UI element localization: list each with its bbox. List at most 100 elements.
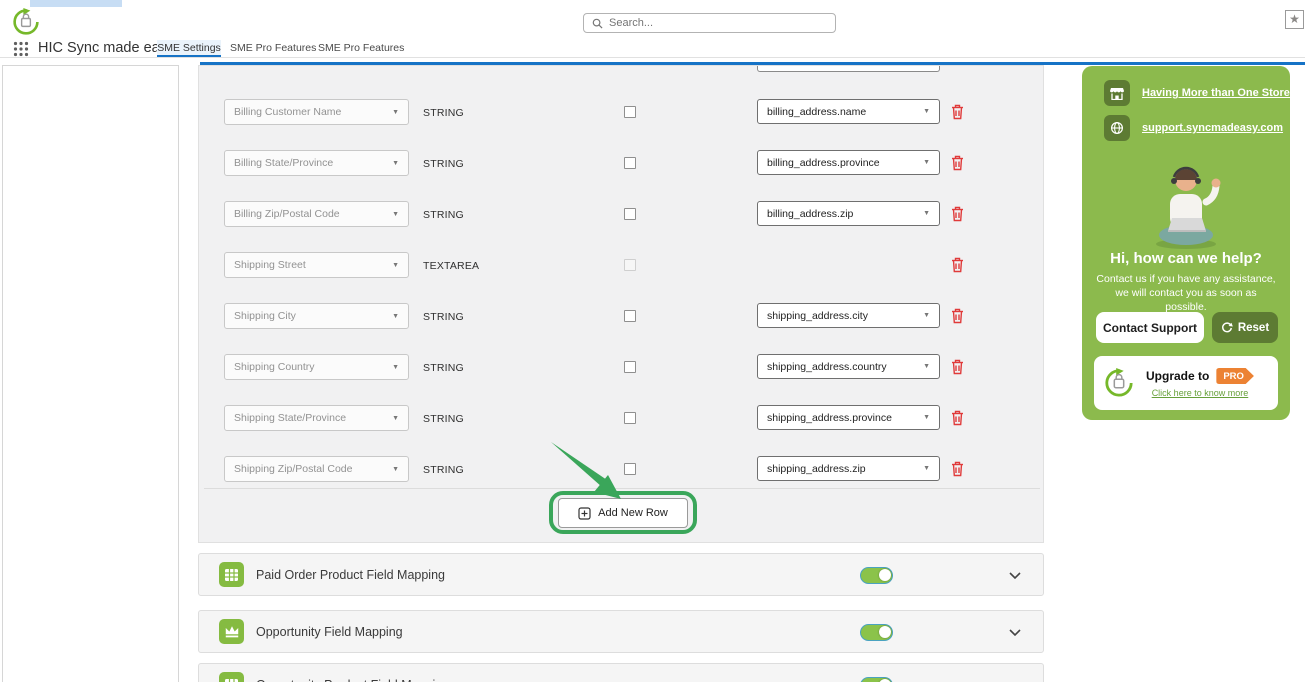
row-checkbox[interactable] — [624, 463, 636, 475]
source-field-select[interactable]: Shipping State/Province ▼ — [224, 405, 409, 431]
target-field-select[interactable]: shipping_address.city ▼ — [757, 303, 940, 328]
store-icon — [1104, 80, 1130, 106]
mapping-row: Shipping City ▼ STRING shipping_address.… — [199, 303, 1043, 329]
target-field-select[interactable]: billing_address.name ▼ — [757, 99, 940, 124]
mapping-row: Billing Customer Name ▼ STRING billing_a… — [199, 99, 1043, 125]
source-field-select[interactable]: Shipping Zip/Postal Code ▼ — [224, 456, 409, 482]
field-type-label: STRING — [423, 464, 464, 476]
field-type-label: STRING — [423, 209, 464, 221]
delete-row-button[interactable] — [951, 155, 964, 171]
row-checkbox-disabled — [624, 259, 636, 271]
chevron-down-icon: ▼ — [392, 159, 399, 167]
row-checkbox[interactable] — [624, 208, 636, 220]
support-person-illustration — [1156, 166, 1221, 249]
source-field-select[interactable]: Billing Customer Name ▼ — [224, 99, 409, 125]
help-panel: Having More than One Store? support.sync… — [1082, 66, 1297, 420]
tab-sme-pro-features-1[interactable]: SME Pro Features — [230, 40, 316, 57]
chevron-down-icon[interactable] — [1009, 572, 1021, 579]
chevron-down-icon[interactable] — [1009, 629, 1021, 636]
source-field-select[interactable]: Shipping Country ▼ — [224, 354, 409, 380]
upgrade-label: Upgrade to — [1146, 369, 1210, 383]
section-label: Opportunity Product Field Mapping — [256, 678, 449, 682]
chevron-down-icon: ▼ — [392, 312, 399, 320]
mapping-row: Shipping Country ▼ STRING shipping_addre… — [199, 354, 1043, 380]
link-support-site[interactable]: support.syncmadeasy.com — [1104, 115, 1283, 141]
row-checkbox[interactable] — [624, 106, 636, 118]
contact-support-button[interactable]: Contact Support — [1096, 312, 1204, 343]
chevron-down-icon: ▼ — [392, 108, 399, 116]
add-new-row-button[interactable]: Add New Row — [558, 498, 688, 528]
row-separator — [204, 488, 1040, 489]
chevron-down-icon: ▼ — [392, 465, 399, 473]
row-checkbox[interactable] — [624, 361, 636, 373]
chevron-down-icon: ▼ — [923, 363, 930, 370]
mapping-row: Billing State/Province ▼ STRING billing_… — [199, 150, 1043, 176]
row-checkbox[interactable] — [624, 310, 636, 322]
field-type-label: STRING — [423, 158, 464, 170]
help-body-text: Contact us if you have any assistance, w… — [1096, 273, 1276, 314]
crown-icon — [219, 619, 244, 644]
search-icon — [592, 18, 603, 29]
favorite-star-button[interactable]: ★ — [1285, 10, 1304, 29]
browser-tab-sliver — [30, 0, 122, 7]
target-field-select[interactable]: shipping_address.zip ▼ — [757, 456, 940, 481]
target-field-select[interactable]: shipping_address.country ▼ — [757, 354, 940, 379]
target-field-select[interactable]: shipping_address.province ▼ — [757, 405, 940, 430]
link-multiple-stores[interactable]: Having More than One Store? — [1104, 80, 1297, 106]
mapping-row: Shipping State/Province ▼ STRING shippin… — [199, 405, 1043, 431]
delete-row-button[interactable] — [951, 206, 964, 222]
tab-sme-settings[interactable]: SME Settings — [157, 40, 221, 57]
chevron-down-icon: ▼ — [392, 363, 399, 371]
section-paid-order-product-field-mapping[interactable]: Paid Order Product Field Mapping — [198, 553, 1044, 596]
table-icon — [219, 672, 244, 682]
section-opportunity-field-mapping[interactable]: Opportunity Field Mapping — [198, 610, 1044, 653]
tab-sme-pro-features-2[interactable]: SME Pro Features — [318, 40, 404, 57]
delete-row-button[interactable] — [951, 104, 964, 120]
chevron-down-icon: ▼ — [923, 159, 930, 166]
table-icon — [219, 562, 244, 587]
section-toggle-on[interactable] — [860, 624, 893, 641]
upgrade-link[interactable]: Click here to know more — [1152, 388, 1249, 398]
mapping-row: Shipping Street ▼ TEXTAREA — [199, 252, 1043, 278]
section-label: Paid Order Product Field Mapping — [256, 567, 445, 582]
search-bar[interactable] — [583, 13, 836, 33]
section-opportunity-product-field-mapping[interactable]: Opportunity Product Field Mapping — [198, 663, 1044, 682]
chevron-down-icon: ▼ — [923, 210, 930, 217]
chevron-down-icon: ▼ — [392, 414, 399, 422]
mapping-row: Shipping Zip/Postal Code ▼ STRING shippi… — [199, 456, 1043, 482]
refresh-icon — [1221, 321, 1233, 332]
mapping-row: Billing Zip/Postal Code ▼ STRING billing… — [199, 201, 1043, 227]
chevron-down-icon: ▼ — [923, 108, 930, 115]
pro-badge: PRO — [1216, 368, 1254, 384]
delete-row-button[interactable] — [951, 410, 964, 426]
delete-row-button[interactable] — [951, 461, 964, 477]
target-field-select[interactable]: billing_address.zip ▼ — [757, 201, 940, 226]
section-toggle-on[interactable] — [860, 567, 893, 584]
upgrade-card: Upgrade to PRO Click here to know more — [1094, 356, 1278, 410]
target-field-select[interactable]: billing_address.province ▼ — [757, 150, 940, 175]
source-field-select[interactable]: Shipping Street ▼ — [224, 252, 409, 278]
chevron-down-icon: ▼ — [923, 414, 930, 421]
chevron-down-icon: ▼ — [392, 261, 399, 269]
row-checkbox[interactable] — [624, 412, 636, 424]
globe-icon — [1104, 115, 1130, 141]
delete-row-button[interactable] — [951, 308, 964, 324]
help-heading: Hi, how can we help? — [1110, 250, 1262, 267]
search-input[interactable] — [609, 17, 827, 29]
field-type-label: STRING — [423, 311, 464, 323]
reset-button[interactable]: Reset — [1212, 312, 1278, 343]
app-launcher-waffle-icon[interactable] — [13, 41, 29, 57]
plus-square-icon — [578, 506, 591, 520]
delete-row-button[interactable] — [951, 359, 964, 375]
section-toggle-on[interactable] — [860, 677, 893, 682]
field-type-label: TEXTAREA — [423, 260, 480, 272]
chevron-down-icon: ▼ — [923, 465, 930, 472]
chevron-down-icon: ▼ — [392, 210, 399, 218]
field-type-label: STRING — [423, 413, 464, 425]
source-field-select[interactable]: Shipping City ▼ — [224, 303, 409, 329]
field-type-label: STRING — [423, 107, 464, 119]
source-field-select[interactable]: Billing Zip/Postal Code ▼ — [224, 201, 409, 227]
row-checkbox[interactable] — [624, 157, 636, 169]
delete-row-button[interactable] — [951, 257, 964, 273]
source-field-select[interactable]: Billing State/Province ▼ — [224, 150, 409, 176]
